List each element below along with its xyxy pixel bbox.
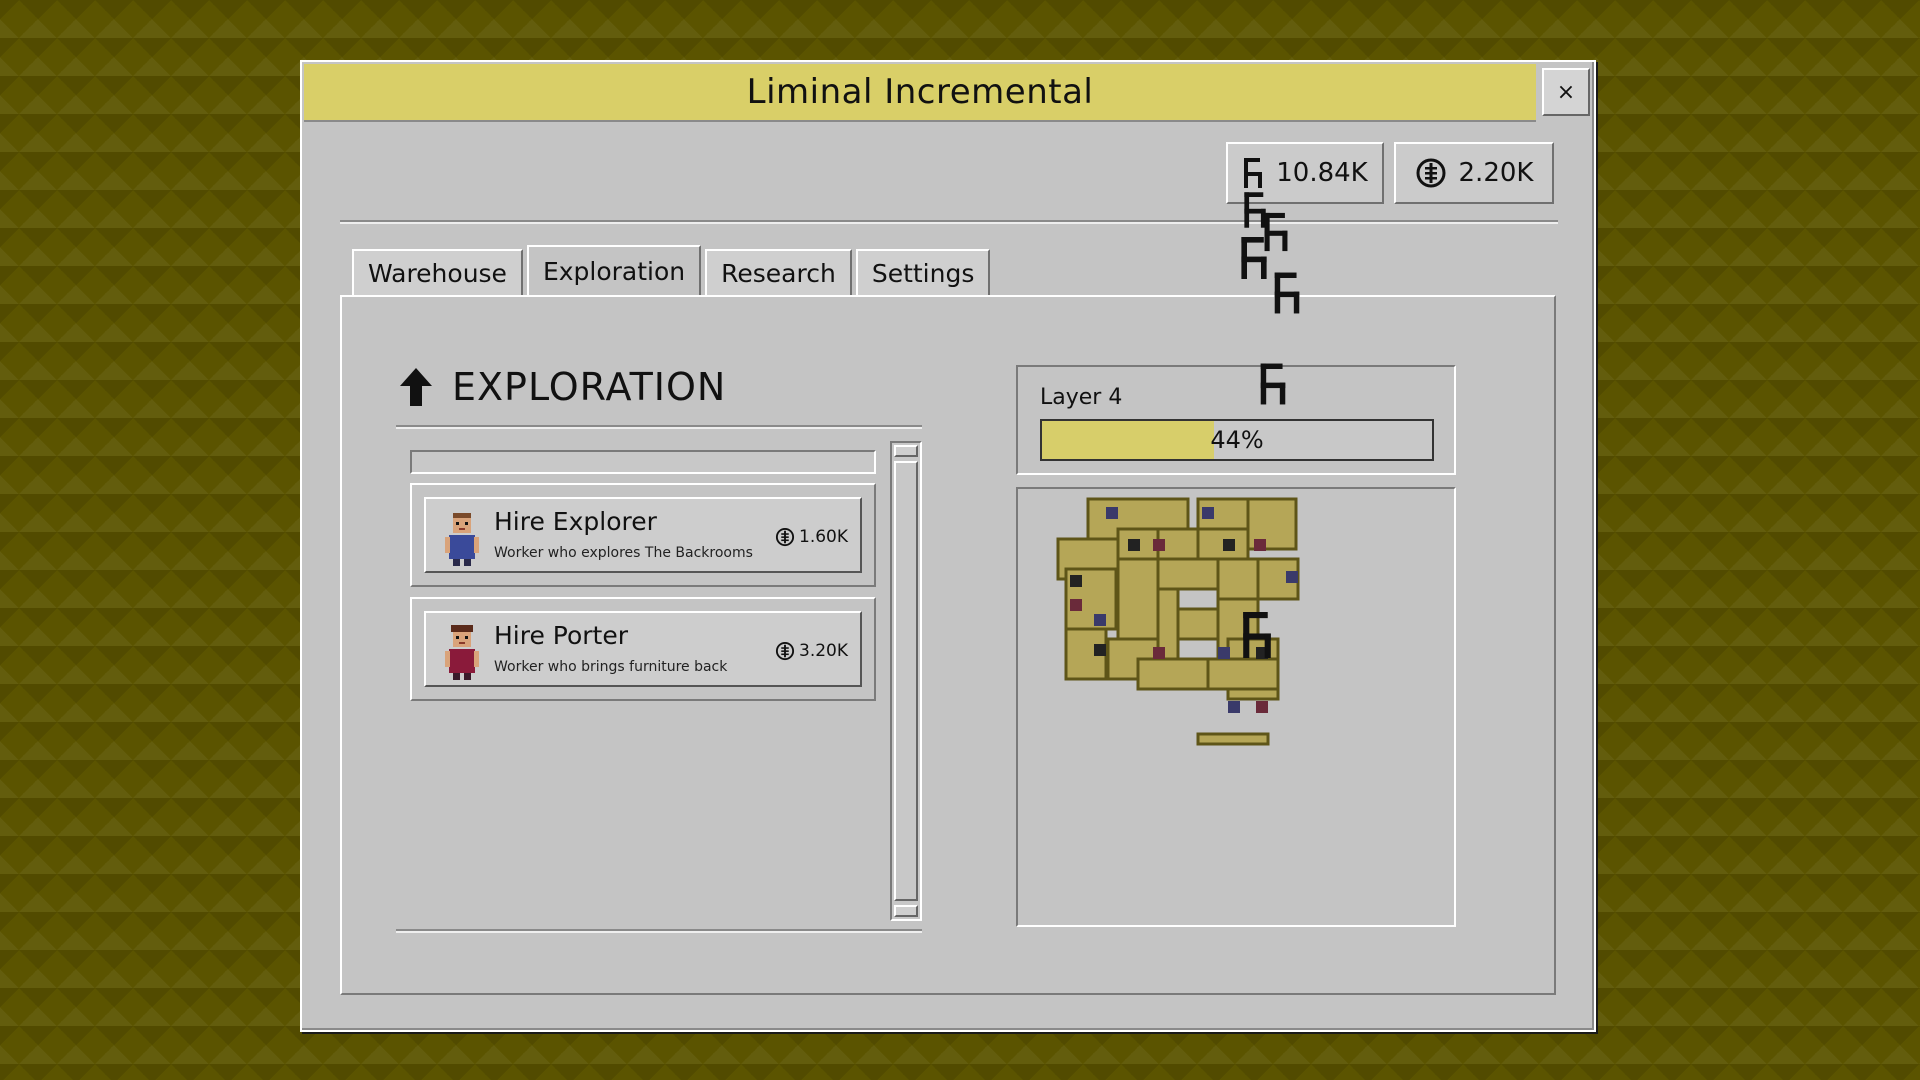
list-bottom-divider xyxy=(396,929,922,933)
hire-porter-card: Hire Porter Worker who brings furniture … xyxy=(410,597,876,701)
hire-porter-cost-value: 3.20K xyxy=(799,641,848,661)
game-window: Liminal Incremental × 10.84K 2.20K Wareh… xyxy=(300,60,1596,1032)
tab-bar: Warehouse Exploration Research Settings xyxy=(352,245,991,296)
map-room-marker-icon xyxy=(1228,701,1240,713)
map-room-marker-icon xyxy=(1218,647,1230,659)
hire-porter-title: Hire Porter xyxy=(494,621,629,650)
map-room-marker-icon xyxy=(1202,507,1214,519)
scroll-down-button[interactable] xyxy=(894,905,918,917)
exploration-panel: EXPLORATION Hire Explorer Worker who exp… xyxy=(340,295,1556,995)
map-room xyxy=(1116,557,1160,651)
map-room-marker-icon xyxy=(1070,575,1082,587)
floating-chair-icon xyxy=(1274,272,1300,314)
section-divider xyxy=(396,425,922,429)
hire-explorer-title: Hire Explorer xyxy=(494,507,657,536)
hire-porter-description: Worker who brings furniture back xyxy=(494,659,728,675)
layer-status: Layer 4 44% xyxy=(1016,365,1456,475)
map-room-marker-icon xyxy=(1128,539,1140,551)
coin-icon xyxy=(775,527,795,547)
coins-counter: 2.20K xyxy=(1394,142,1554,204)
hire-explorer-description: Worker who explores The Backrooms xyxy=(494,545,753,561)
chairs-value: 10.84K xyxy=(1276,158,1368,188)
hire-list-scrollbar[interactable] xyxy=(890,441,922,921)
hire-explorer-button[interactable]: Hire Explorer Worker who explores The Ba… xyxy=(424,497,862,573)
hire-explorer-card: Hire Explorer Worker who explores The Ba… xyxy=(410,483,876,587)
map-room xyxy=(1156,557,1220,591)
hire-explorer-cost: 1.60K xyxy=(775,527,848,547)
map-canvas xyxy=(1056,497,1300,746)
layer-progress-bar: 44% xyxy=(1040,419,1434,461)
map-room-marker-icon xyxy=(1094,644,1106,656)
map-room-marker-icon xyxy=(1106,507,1118,519)
floating-chair-icon xyxy=(1260,363,1286,405)
scroll-thumb[interactable] xyxy=(894,461,918,901)
map-room-marker-icon xyxy=(1223,539,1235,551)
list-header-field xyxy=(410,450,876,474)
map-room-marker-icon xyxy=(1153,647,1165,659)
section-title: EXPLORATION xyxy=(452,365,727,409)
hire-porter-cost: 3.20K xyxy=(775,641,848,661)
floating-chair-icon xyxy=(1243,612,1271,658)
map-room-marker-icon xyxy=(1153,539,1165,551)
tab-settings[interactable]: Settings xyxy=(855,249,991,295)
section-header: EXPLORATION xyxy=(400,365,726,409)
coin-icon xyxy=(775,641,795,661)
map-room xyxy=(1196,657,1280,691)
header-divider xyxy=(340,220,1558,224)
tab-warehouse[interactable]: Warehouse xyxy=(352,249,523,295)
layer-progress-text: 44% xyxy=(1210,426,1264,454)
backrooms-map xyxy=(1016,487,1456,927)
map-room-marker-icon xyxy=(1254,539,1266,551)
chair-icon xyxy=(1244,158,1263,188)
arrow-up-icon xyxy=(400,368,432,406)
layer-label: Layer 4 xyxy=(1040,385,1123,410)
hire-explorer-cost-value: 1.60K xyxy=(799,527,848,547)
window-title: Liminal Incremental xyxy=(304,64,1536,122)
map-room-marker-icon xyxy=(1070,599,1082,611)
scroll-up-button[interactable] xyxy=(894,445,918,457)
floating-chair-icon xyxy=(1241,237,1267,279)
porter-avatar-icon xyxy=(445,625,479,680)
tab-research[interactable]: Research xyxy=(705,249,852,295)
map-room-marker-icon xyxy=(1094,614,1106,626)
coins-value: 2.20K xyxy=(1458,158,1534,188)
tab-exploration[interactable]: Exploration xyxy=(526,245,702,295)
map-room-marker-icon xyxy=(1256,701,1268,713)
hire-porter-button[interactable]: Hire Porter Worker who brings furniture … xyxy=(424,611,862,687)
close-button[interactable]: × xyxy=(1542,68,1590,116)
map-room xyxy=(1136,657,1210,691)
map-room-marker-icon xyxy=(1286,571,1298,583)
map-room xyxy=(1216,557,1260,601)
explorer-avatar-icon xyxy=(445,513,479,566)
coin-icon xyxy=(1416,158,1446,188)
map-corridor xyxy=(1196,732,1270,746)
